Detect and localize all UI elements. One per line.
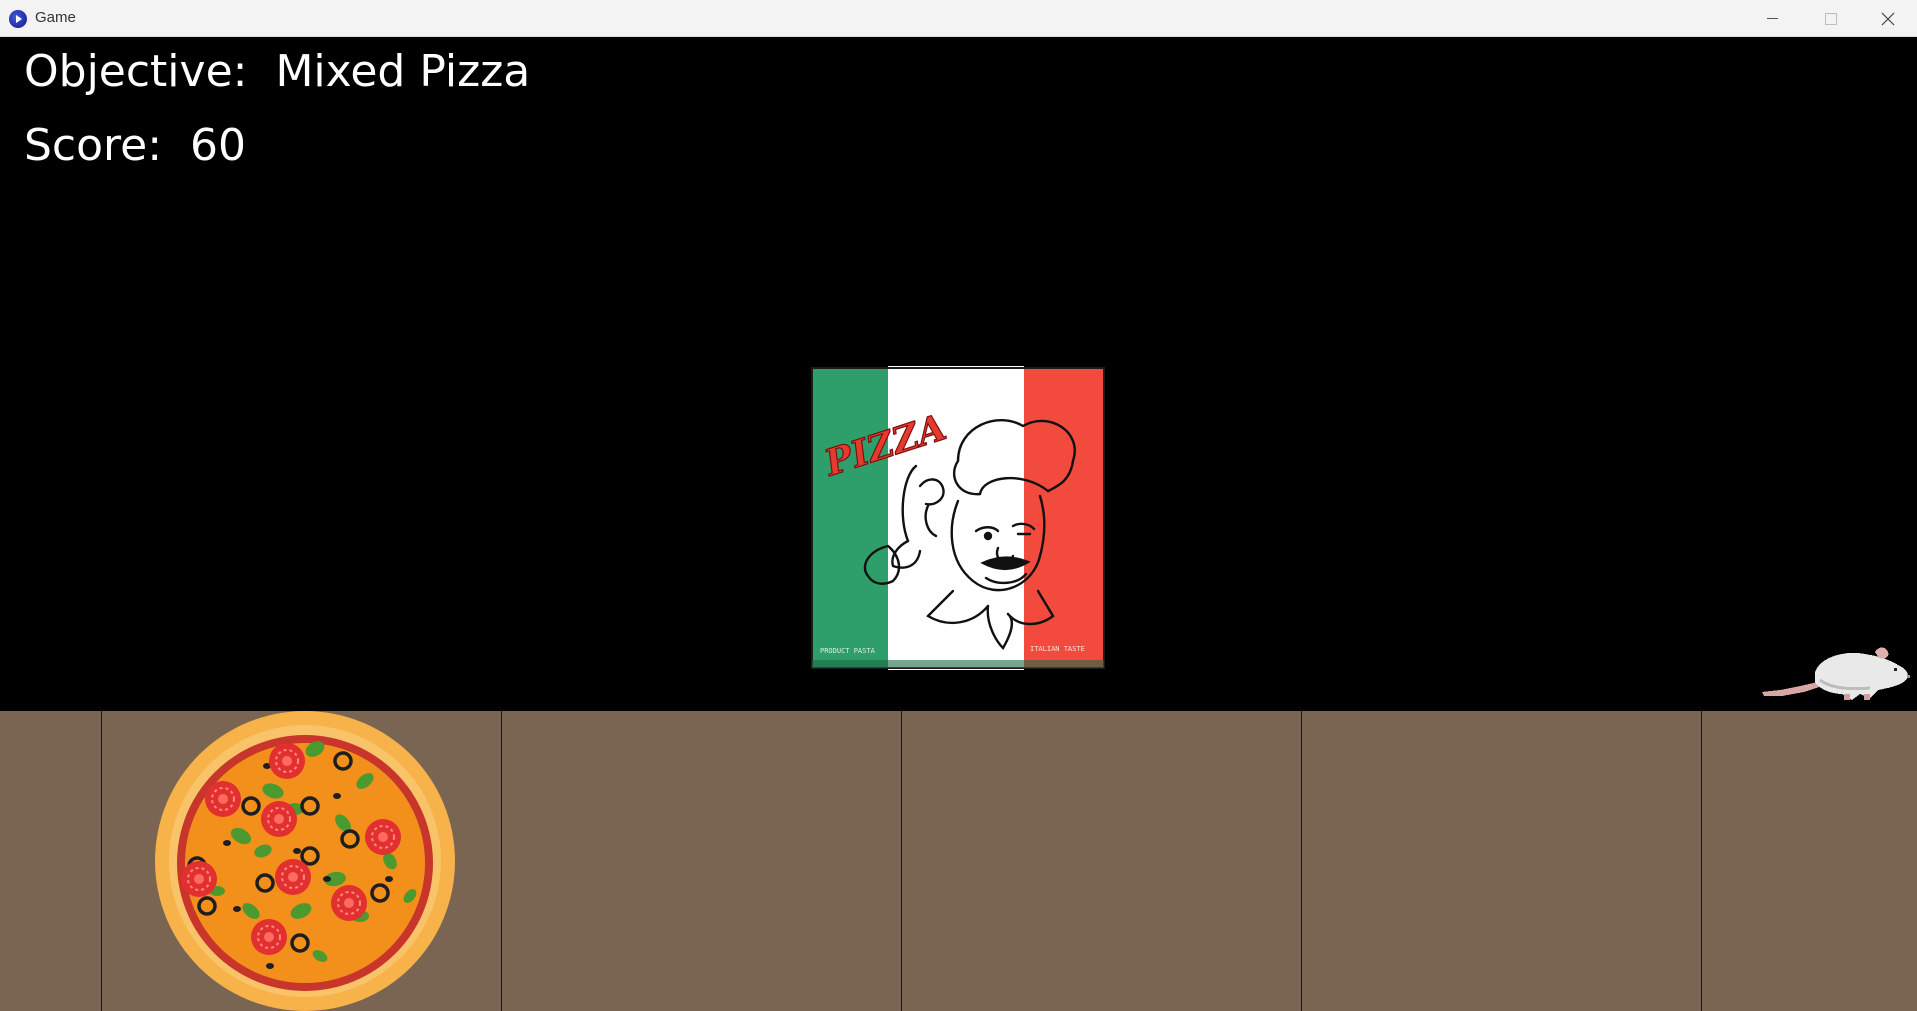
window-title: Game — [35, 9, 76, 26]
close-icon — [1881, 12, 1895, 26]
close-button[interactable] — [1859, 0, 1917, 37]
minimize-button[interactable] — [1743, 0, 1801, 37]
box-left-small-text: PRODUCT PASTA — [820, 647, 876, 655]
app-icon — [9, 10, 27, 28]
slot-divider — [901, 711, 902, 1011]
game-window: Game Objective: Mixed Pizza Score: 60 PI… — [0, 0, 1917, 1011]
maximize-button[interactable] — [1801, 0, 1859, 37]
mixed-pizza-icon[interactable] — [155, 711, 455, 1011]
title-bar[interactable]: Game — [0, 0, 1917, 37]
score-text: Score: 60 — [24, 120, 246, 171]
score-label: Score: — [24, 120, 163, 171]
score-value: 60 — [190, 120, 247, 171]
objective-text: Objective: Mixed Pizza — [24, 46, 530, 97]
rat-icon[interactable] — [1760, 642, 1910, 704]
slot-divider — [501, 711, 502, 1011]
objective-value: Mixed Pizza — [275, 46, 531, 97]
slot-divider — [101, 711, 102, 1011]
slot-divider — [1701, 711, 1702, 1011]
objective-label: Objective: — [24, 46, 248, 97]
pizza-box-icon[interactable]: PIZZA PRODUCT PASTA ITALIAN TASTE — [808, 366, 1108, 670]
slot-divider — [1301, 711, 1302, 1011]
box-right-small-text: ITALIAN TASTE — [1030, 645, 1085, 653]
